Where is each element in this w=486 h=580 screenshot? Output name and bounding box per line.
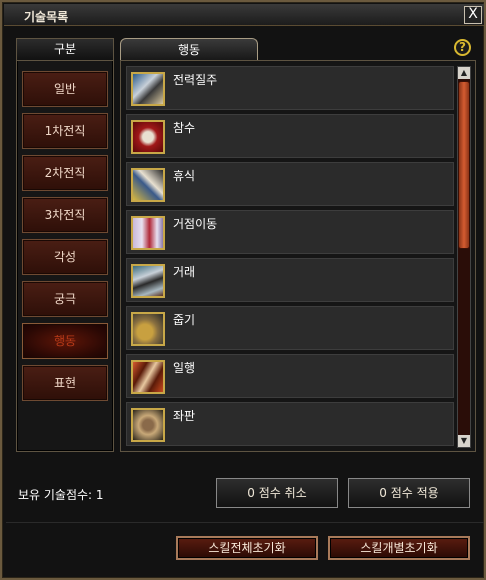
skill-row-trade[interactable]: 거래 [126, 258, 454, 302]
category-general[interactable]: 일반 [22, 71, 108, 107]
category-emote[interactable]: 표현 [22, 365, 108, 401]
party-icon [131, 360, 165, 394]
skill-name: 거점이동 [173, 217, 218, 231]
reset-all-skills-button[interactable]: 스킬전체초기화 [176, 536, 318, 560]
category-header: 구분 [17, 39, 113, 61]
skill-name: 참수 [173, 121, 196, 135]
pickup-icon [131, 312, 165, 346]
stall-icon [131, 408, 165, 442]
category-ultimate[interactable]: 궁극 [22, 281, 108, 317]
category-awakening[interactable]: 각성 [22, 239, 108, 275]
skill-row-rest[interactable]: 휴식 [126, 162, 454, 206]
skill-row-sprint[interactable]: 전력질주 [126, 66, 454, 110]
cancel-points-button[interactable]: 0 점수 취소 [216, 478, 338, 508]
category-panel: 구분 일반 1차전직 2차전직 3차전직 각성 궁극 행동 표현 [16, 38, 114, 452]
scroll-down-button[interactable]: ▼ [458, 435, 470, 447]
close-button[interactable]: X [464, 6, 482, 24]
skill-list-window: 기술목록 X 구분 일반 1차전직 2차전직 3차전직 각성 궁극 행동 표현 … [0, 0, 486, 580]
scroll-up-button[interactable]: ▲ [458, 67, 470, 79]
reset-individual-skill-button[interactable]: 스킬개별초기화 [328, 536, 470, 560]
category-job1[interactable]: 1차전직 [22, 113, 108, 149]
behead-icon [131, 120, 165, 154]
skill-name: 좌판 [173, 409, 196, 423]
title-bar[interactable]: 기술목록 X [4, 4, 484, 26]
apply-points-button[interactable]: 0 점수 적용 [348, 478, 470, 508]
help-icon[interactable]: ? [454, 39, 471, 56]
rest-icon [131, 168, 165, 202]
trade-icon [131, 264, 165, 298]
skill-name: 일행 [173, 361, 196, 375]
skill-name: 휴식 [173, 169, 196, 183]
category-job3[interactable]: 3차전직 [22, 197, 108, 233]
skill-row-stall[interactable]: 좌판 [126, 402, 454, 446]
skill-name: 거래 [173, 265, 196, 279]
skill-row-base-move[interactable]: 거점이동 [126, 210, 454, 254]
scroll-thumb[interactable] [458, 81, 470, 249]
skill-points-label: 보유 기술점수: 1 [18, 488, 104, 502]
category-job2[interactable]: 2차전직 [22, 155, 108, 191]
skill-list-scrollbar[interactable]: ▲ ▼ [457, 66, 471, 448]
skill-row-pickup[interactable]: 줍기 [126, 306, 454, 350]
category-action[interactable]: 행동 [22, 323, 108, 359]
divider [6, 522, 484, 523]
tab-action[interactable]: 행동 [120, 38, 258, 62]
skill-row-behead[interactable]: 참수 [126, 114, 454, 158]
skill-name: 줍기 [173, 313, 196, 327]
window-title: 기술목록 [24, 10, 69, 24]
base-move-icon [131, 216, 165, 250]
skill-row-party[interactable]: 일행 [126, 354, 454, 398]
sprint-icon [131, 72, 165, 106]
skill-name: 전력질주 [173, 73, 218, 87]
